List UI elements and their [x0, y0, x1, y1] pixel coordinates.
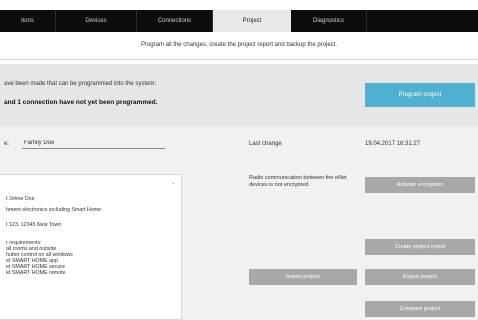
- page-subtitle: Program all the changes, create the proj…: [140, 42, 338, 48]
- compare-project-button[interactable]: Compare project: [365, 301, 475, 317]
- description-line: hment electronics including Smart Home: [6, 207, 102, 213]
- tab-connections[interactable]: Connections: [137, 10, 213, 32]
- activate-encryption-button[interactable]: Activate encryption: [365, 177, 475, 193]
- description-line: t Johne Doe: [6, 196, 35, 202]
- tab-devices[interactable]: Devices: [56, 10, 137, 32]
- description-line: t 123, 12345 New Town: [6, 222, 62, 228]
- top-navigation: tions Devices Connections Project Diagno…: [0, 10, 478, 32]
- programming-status-panel: ave been made that can be programmed int…: [0, 64, 478, 127]
- tab-project[interactable]: Project: [213, 10, 291, 32]
- tab-diagnostics[interactable]: Diagnostics: [291, 10, 367, 32]
- chevron-up-icon[interactable]: ⌃: [171, 182, 176, 189]
- header-divider: [0, 59, 478, 60]
- project-name-label: e:: [4, 141, 10, 147]
- encryption-warning: Radio communication between the eNet dev…: [249, 175, 347, 188]
- project-name-input[interactable]: [22, 137, 165, 149]
- create-project-report-button[interactable]: Create project report: [365, 239, 475, 255]
- description-line: et SMART HOME remote: [6, 270, 66, 276]
- unprogrammed-summary: and 1 connection have not yet been progr…: [4, 99, 158, 106]
- status-message: ave been made that can be programmed int…: [4, 81, 157, 87]
- program-project-button[interactable]: Program project: [365, 83, 475, 107]
- tab-functions[interactable]: tions: [0, 10, 56, 32]
- import-project-button[interactable]: Import project: [249, 269, 357, 285]
- last-change-value: 19.04.2017 16:31:27: [365, 141, 421, 147]
- last-change-label: Last change: [249, 141, 282, 147]
- export-project-button[interactable]: Export project: [365, 269, 475, 285]
